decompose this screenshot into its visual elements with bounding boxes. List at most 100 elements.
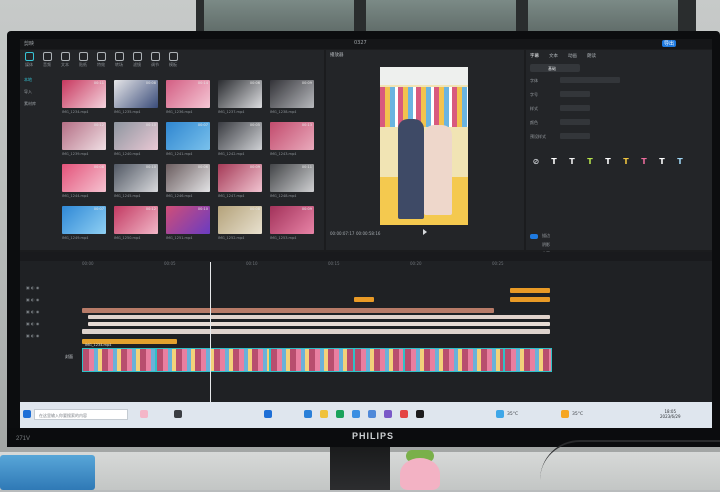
- media-thumbnail[interactable]: 00:12 IMG_1250.mp4: [112, 206, 162, 248]
- style-shadow-icon[interactable]: T: [656, 156, 668, 168]
- clip-duration: 00:10: [145, 165, 156, 169]
- track-controls[interactable]: ▣ ◐ ◉: [26, 285, 56, 290]
- weather-icon: [496, 410, 504, 418]
- task-view-icon[interactable]: [174, 410, 182, 418]
- properties-tab[interactable]: 朗读: [587, 53, 596, 59]
- main-video-clip[interactable]: [156, 348, 270, 372]
- media-thumbnail[interactable]: 00:10 IMG_1251.mp4: [164, 206, 214, 248]
- tool-transition[interactable]: 转场: [110, 50, 128, 70]
- effect-clip[interactable]: [82, 329, 550, 334]
- main-video-clip[interactable]: [404, 348, 504, 372]
- sidebar-item[interactable]: 素材库: [20, 98, 58, 110]
- media-thumbnail[interactable]: 00:11 IMG_1248.mp4: [268, 164, 318, 206]
- app-icon[interactable]: [264, 410, 272, 418]
- clip-duration: 00:09: [301, 207, 312, 211]
- chrome-icon[interactable]: [400, 410, 408, 418]
- video-preview[interactable]: [380, 67, 468, 225]
- property-control[interactable]: [560, 119, 590, 125]
- media-thumbnail[interactable]: 00:06 IMG_1237.mp4: [216, 80, 266, 122]
- monitor-brand: PHILIPS: [352, 431, 395, 441]
- media-thumbnail[interactable]: 00:10 IMG_1240.mp4: [112, 122, 162, 164]
- style-none-icon[interactable]: ⊘: [530, 156, 542, 168]
- main-video-clip[interactable]: IMG_1234.mp4: [82, 343, 156, 372]
- tool-template[interactable]: 模板: [164, 50, 182, 70]
- tool-text[interactable]: 文本: [56, 50, 74, 70]
- media-thumbnail[interactable]: 00:10 IMG_1245.mp4: [112, 164, 162, 206]
- media-thumbnail[interactable]: 00:08 IMG_1252.mp4: [216, 206, 266, 248]
- clip-caption: IMG_1243.mp4: [270, 152, 297, 156]
- track-controls[interactable]: ▣ ◐ ◉: [26, 309, 56, 314]
- audio-clip[interactable]: [82, 308, 494, 313]
- media-thumbnail[interactable]: 00:07 IMG_1241.mp4: [164, 122, 214, 164]
- style-green-icon[interactable]: T: [584, 156, 596, 168]
- properties-tab[interactable]: 文本: [549, 53, 558, 59]
- taskbar-search[interactable]: 在这里输入你要搜索的内容: [34, 409, 128, 420]
- track-controls[interactable]: ▣ ◐ ◉: [26, 321, 56, 326]
- property-control[interactable]: [560, 91, 590, 97]
- main-video-clip[interactable]: [270, 348, 354, 372]
- play-icon[interactable]: [423, 229, 427, 235]
- style-yellow-icon[interactable]: T: [620, 156, 632, 168]
- capcut-icon[interactable]: [416, 410, 424, 418]
- property-control[interactable]: [560, 77, 620, 83]
- text-icon: [60, 52, 70, 61]
- media-thumbnail[interactable]: 00:08 IMG_1244.mp4: [60, 164, 110, 206]
- app-icon[interactable]: [352, 410, 360, 418]
- app-icon[interactable]: [368, 410, 376, 418]
- property-control[interactable]: [560, 133, 590, 139]
- effect-clip[interactable]: [88, 315, 550, 319]
- media-thumbnail[interactable]: 00:13 IMG_1243.mp4: [268, 122, 318, 164]
- media-thumbnail[interactable]: 00:08 IMG_1235.mp4: [112, 80, 162, 122]
- media-thumbnail[interactable]: 00:05 IMG_1242.mp4: [216, 122, 266, 164]
- text-clip[interactable]: [354, 297, 374, 302]
- tool-filter[interactable]: 滤镜: [128, 50, 146, 70]
- stroke-toggle[interactable]: [530, 234, 538, 239]
- effect-clip[interactable]: [88, 322, 550, 326]
- sidebar-item[interactable]: 导入: [20, 86, 58, 98]
- media-thumbnail[interactable]: 00:09 IMG_1238.mp4: [268, 80, 318, 122]
- playhead[interactable]: [210, 262, 211, 402]
- style-blue-icon[interactable]: T: [674, 156, 686, 168]
- media-thumbnail[interactable]: 00:09 IMG_1253.mp4: [268, 206, 318, 248]
- track-controls[interactable]: ▣ ◐ ◉: [26, 297, 56, 302]
- track-controls[interactable]: ▣ ◐ ◉: [26, 333, 56, 338]
- start-icon[interactable]: [23, 410, 31, 418]
- sidebar-item[interactable]: 本地: [20, 74, 58, 86]
- style-plain-icon[interactable]: T: [566, 156, 578, 168]
- clip-duration: 00:07: [93, 207, 104, 211]
- media-thumbnail[interactable]: 00:06 IMG_1246.mp4: [164, 164, 214, 206]
- monitor-stand: [330, 447, 390, 490]
- folder-icon[interactable]: [320, 410, 328, 418]
- media-thumbnail[interactable]: 00:11 IMG_1234.mp4: [60, 80, 110, 122]
- main-video-clip[interactable]: [354, 348, 404, 372]
- text-clip[interactable]: [510, 297, 550, 302]
- edge-icon[interactable]: [304, 410, 312, 418]
- clip-caption: IMG_1234.mp4: [62, 110, 89, 114]
- player-title: 播放器: [330, 53, 344, 58]
- tool-effects[interactable]: 特效: [92, 50, 110, 70]
- media-thumbnail[interactable]: 00:14 IMG_1236.mp4: [164, 80, 214, 122]
- properties-tab[interactable]: 字幕: [530, 53, 539, 59]
- text-clip[interactable]: [510, 288, 550, 293]
- properties-tab[interactable]: 动画: [568, 53, 577, 59]
- tool-audio[interactable]: 音频: [38, 50, 56, 70]
- clip-duration: 00:05: [249, 123, 260, 127]
- media-thumbnail[interactable]: 00:09 IMG_1247.mp4: [216, 164, 266, 206]
- weather-icon: [561, 410, 569, 418]
- property-control[interactable]: [560, 105, 590, 111]
- wechat-icon[interactable]: [336, 410, 344, 418]
- adjust-icon: [150, 52, 160, 61]
- media-thumbnail[interactable]: 00:07 IMG_1249.mp4: [60, 206, 110, 248]
- tool-adjust[interactable]: 调节: [146, 50, 164, 70]
- style-pink-icon[interactable]: T: [638, 156, 650, 168]
- app-icon[interactable]: [140, 410, 148, 418]
- tool-media[interactable]: 媒体: [20, 50, 38, 70]
- style-outline-icon[interactable]: T: [602, 156, 614, 168]
- app-icon[interactable]: [384, 410, 392, 418]
- style-white-icon[interactable]: T: [548, 156, 560, 168]
- clip-caption: IMG_1251.mp4: [166, 236, 193, 240]
- main-video-clip[interactable]: [504, 348, 552, 372]
- tool-sticker[interactable]: 贴纸: [74, 50, 92, 70]
- media-thumbnail[interactable]: 00:12 IMG_1239.mp4: [60, 122, 110, 164]
- media-toolbar: 媒体 音频 文本 贴纸 特效 转场 滤镜 调节 模板: [20, 50, 324, 70]
